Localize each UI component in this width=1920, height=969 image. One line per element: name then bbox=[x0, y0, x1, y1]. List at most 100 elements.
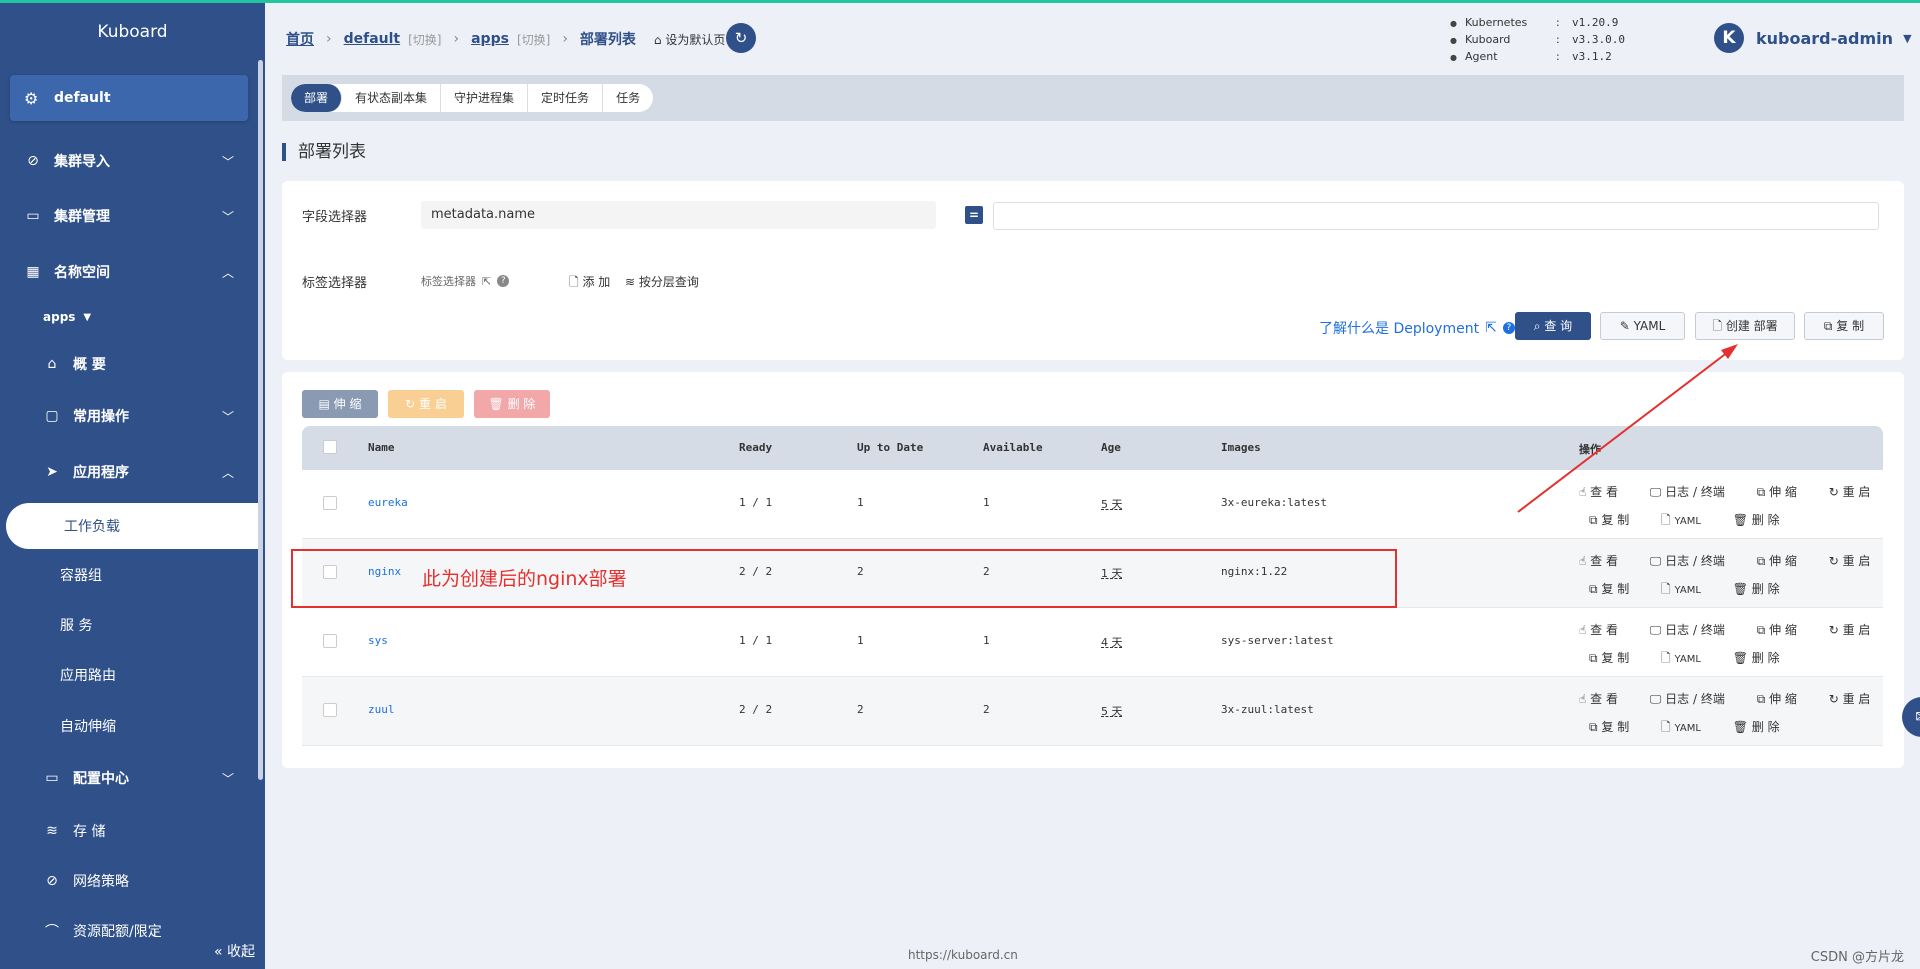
sidebar-item-overview[interactable]: ⌂ 概 要 bbox=[0, 344, 258, 384]
restart-action[interactable]: ↻ 重 启 bbox=[1829, 623, 1885, 637]
sidebar-item-services[interactable]: 服 务 bbox=[60, 615, 92, 635]
breadcrumb-namespace[interactable]: default bbox=[344, 31, 401, 47]
copy-action[interactable]: ⧉ 复 制 bbox=[1589, 513, 1643, 527]
yaml-action[interactable]: 🗋 YAML bbox=[1661, 651, 1715, 665]
col-ops: 操作 bbox=[1579, 443, 1601, 456]
logs-label: 日志 / 终端 bbox=[1665, 623, 1725, 637]
view-action[interactable]: ☝ 查 看 bbox=[1579, 485, 1632, 499]
deployment-name-link[interactable]: zuul bbox=[368, 703, 395, 716]
sidebar-scrollbar[interactable] bbox=[258, 60, 263, 780]
yaml-action[interactable]: 🗋 YAML bbox=[1661, 720, 1715, 734]
copy-button[interactable]: ⧉ 复 制 bbox=[1804, 312, 1884, 340]
sidebar-item-autoscale[interactable]: 自动伸缩 bbox=[60, 716, 116, 736]
user-menu[interactable]: K kuboard-admin ▼ bbox=[1714, 23, 1912, 53]
row-checkbox[interactable] bbox=[323, 634, 337, 648]
yaml-button[interactable]: ✎ YAML bbox=[1600, 312, 1685, 340]
breadcrumb-app[interactable]: apps bbox=[471, 31, 509, 47]
image-cell: 3x-eureka:latest bbox=[1221, 496, 1327, 509]
file-icon: 🗋 bbox=[569, 275, 579, 289]
field-value-input[interactable] bbox=[993, 202, 1879, 230]
delete-action[interactable]: 🗑 删 除 bbox=[1733, 651, 1794, 665]
footer-link[interactable]: https://kuboard.cn bbox=[908, 948, 1018, 962]
restart-action[interactable]: ↻ 重 启 bbox=[1829, 485, 1885, 499]
set-default-page[interactable]: ⌂ 设为默认页 bbox=[654, 31, 725, 48]
yaml-action-label: YAML bbox=[1674, 723, 1701, 734]
sidebar-item-storage[interactable]: ≋ 存 储 bbox=[0, 811, 258, 851]
query-button[interactable]: ⌕ 查 询 bbox=[1515, 312, 1591, 340]
sidebar-item-label: 名称空间 bbox=[54, 265, 110, 281]
scale-action[interactable]: ⧉ 伸 缩 bbox=[1757, 692, 1811, 706]
add-label-text: 添 加 bbox=[582, 275, 611, 289]
sidebar-item-pods[interactable]: 容器组 bbox=[60, 565, 102, 585]
copy-action[interactable]: ⧉ 复 制 bbox=[1589, 720, 1643, 734]
copy-action[interactable]: ⧉ 复 制 bbox=[1589, 651, 1643, 665]
sidebar-item-label: 集群导入 bbox=[54, 154, 110, 170]
restart-action[interactable]: ↻ 重 启 bbox=[1829, 692, 1885, 706]
table-row: zuul 2 / 2 2 2 5 天 3x-zuul:latest ☝ 查 看 … bbox=[302, 677, 1883, 746]
operator-equals[interactable]: = bbox=[965, 206, 983, 224]
scale-action[interactable]: ⧉ 伸 缩 bbox=[1757, 554, 1811, 568]
label-selector-link[interactable]: 标签选择器 ⇱ ? bbox=[421, 273, 510, 289]
logs-action[interactable]: 🖵 日志 / 终端 bbox=[1650, 692, 1739, 706]
sidebar-item-namespace[interactable]: ▦ 名称空间 ︿ bbox=[0, 252, 258, 292]
restart-action-label: 重 启 bbox=[1842, 692, 1871, 706]
switch-namespace-link[interactable]: [切换] bbox=[408, 31, 441, 48]
sidebar-item-cluster-manage[interactable]: ▭ 集群管理 ﹀ bbox=[0, 196, 258, 236]
view-action[interactable]: ☝ 查 看 bbox=[1579, 623, 1632, 637]
tab-deployments[interactable]: 部署 bbox=[291, 84, 343, 112]
switch-app-link[interactable]: [切换] bbox=[517, 31, 550, 48]
yaml-action[interactable]: 🗋 YAML bbox=[1661, 582, 1715, 596]
sidebar-item-config[interactable]: ▭ 配置中心 ﹀ bbox=[0, 758, 258, 798]
tab-jobs[interactable]: 任务 bbox=[603, 84, 653, 112]
logs-action[interactable]: 🖵 日志 / 终端 bbox=[1650, 623, 1739, 637]
row-checkbox[interactable] bbox=[323, 703, 337, 717]
version-value: v3.3.0.0 bbox=[1572, 33, 1625, 46]
scale-action[interactable]: ⧉ 伸 缩 bbox=[1757, 623, 1811, 637]
refresh-button[interactable]: ↻ bbox=[726, 23, 756, 53]
logs-action[interactable]: 🖵 日志 / 终端 bbox=[1650, 554, 1739, 568]
help-icon[interactable]: ? bbox=[497, 275, 510, 287]
learn-deployment-link[interactable]: 了解什么是 Deployment ⇱ ? bbox=[1319, 318, 1515, 338]
logs-action[interactable]: 🖵 日志 / 终端 bbox=[1650, 485, 1739, 499]
yaml-action[interactable]: 🗋 YAML bbox=[1661, 513, 1715, 527]
delete-action-label: 删 除 bbox=[1751, 720, 1780, 734]
delete-button[interactable]: 🗑 删 除 bbox=[474, 390, 550, 418]
delete-action[interactable]: 🗑 删 除 bbox=[1733, 582, 1794, 596]
tab-daemonsets[interactable]: 守护进程集 bbox=[441, 84, 529, 112]
breadcrumb-home[interactable]: 首页 bbox=[286, 29, 314, 49]
sidebar-item-workload[interactable]: 工作负载 bbox=[6, 503, 259, 549]
copy-icon: ⧉ bbox=[1823, 319, 1833, 333]
sidebar-item-common-ops[interactable]: ▢ 常用操作 ﹀ bbox=[0, 396, 258, 436]
restart-action[interactable]: ↻ 重 启 bbox=[1829, 554, 1885, 568]
sidebar-item-applications[interactable]: ➤ 应用程序 ︿ bbox=[0, 452, 258, 492]
layer-query-button[interactable]: ≋ 按分层查询 bbox=[625, 273, 699, 290]
deployment-name-link[interactable]: sys bbox=[368, 634, 388, 647]
sidebar-collapse[interactable]: « 收起 bbox=[214, 941, 255, 961]
deployment-name-link[interactable]: eureka bbox=[368, 496, 408, 509]
row-checkbox[interactable] bbox=[323, 496, 337, 510]
scale-button[interactable]: ▤ 伸 缩 bbox=[302, 390, 378, 418]
delete-action[interactable]: 🗑 删 除 bbox=[1733, 513, 1794, 527]
delete-action[interactable]: 🗑 删 除 bbox=[1733, 720, 1794, 734]
copy-action[interactable]: ⧉ 复 制 bbox=[1589, 582, 1643, 596]
sidebar-item-ingress[interactable]: 应用路由 bbox=[60, 665, 116, 685]
scale-action-label: 伸 缩 bbox=[1769, 485, 1797, 499]
view-action[interactable]: ☝ 查 看 bbox=[1579, 554, 1632, 568]
namespace-selector[interactable]: ⚙ default bbox=[10, 75, 248, 121]
chat-fab[interactable]: ✉ bbox=[1902, 697, 1920, 737]
version-key: Kuboard bbox=[1450, 32, 1556, 49]
add-label-button[interactable]: 🗋 添 加 bbox=[569, 273, 610, 294]
tab-statefulsets[interactable]: 有状态副本集 bbox=[342, 84, 442, 112]
sidebar-item-netpolicy[interactable]: ⊘ 网络策略 bbox=[0, 861, 258, 901]
namespace-apps[interactable]: apps ▼ bbox=[0, 297, 258, 337]
link-icon: ⊘ bbox=[46, 873, 58, 889]
page-title: 部署列表 bbox=[282, 143, 366, 161]
create-deployment-button[interactable]: 🗋 创建 部署 bbox=[1695, 312, 1795, 340]
select-all-checkbox[interactable] bbox=[323, 440, 337, 454]
field-selector-select[interactable]: metadata.name bbox=[421, 201, 936, 229]
tab-cronjobs[interactable]: 定时任务 bbox=[528, 84, 604, 112]
restart-button[interactable]: ↻ 重 启 bbox=[388, 390, 464, 418]
scale-action[interactable]: ⧉ 伸 缩 bbox=[1757, 485, 1811, 499]
view-action[interactable]: ☝ 查 看 bbox=[1579, 692, 1632, 706]
sidebar-item-cluster-import[interactable]: ⊘ 集群导入 ﹀ bbox=[0, 141, 258, 181]
